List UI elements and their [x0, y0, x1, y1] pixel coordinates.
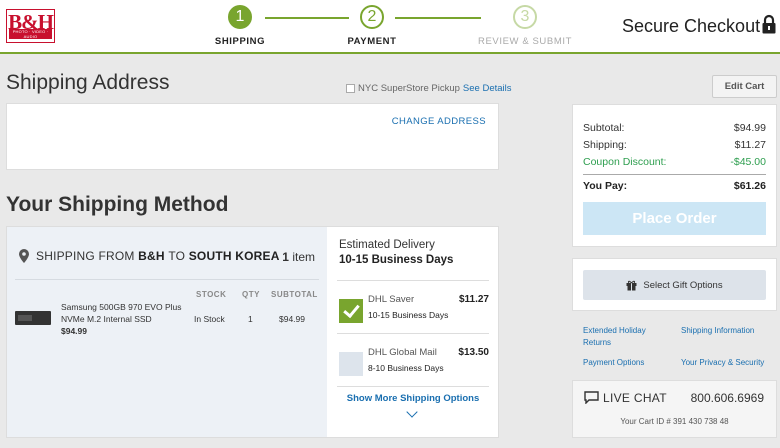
subtotal-row: Subtotal: $94.99: [583, 122, 766, 134]
shipping-option-dhl-global-mail[interactable]: DHL Global Mail 8-10 Business Days $13.5…: [337, 347, 489, 397]
live-chat-panel: LIVE CHAT 800.606.6969 Your Cart ID # 39…: [572, 380, 777, 438]
product-image[interactable]: [15, 311, 51, 325]
column-stock: STOCK: [196, 290, 227, 299]
shipping-information-link[interactable]: Shipping Information: [681, 325, 754, 337]
shipping-address-box: CHANGE ADDRESS: [6, 103, 499, 170]
coupon-label: Coupon Discount:: [583, 156, 667, 168]
phone-number[interactable]: 800.606.6969: [691, 391, 764, 405]
extended-holiday-returns-link[interactable]: Extended Holiday Returns: [583, 325, 673, 349]
chevron-down-icon[interactable]: [406, 406, 418, 418]
option-price: $11.27: [458, 294, 489, 305]
shipping-method-box: SHIPPING FROM B&H TO SOUTH KOREA 1 item …: [6, 226, 499, 438]
shipping-option-dhl-saver[interactable]: DHL Saver 10-15 Business Days $11.27: [337, 294, 489, 344]
divider: [337, 333, 489, 334]
step-2-number: 2: [360, 5, 384, 29]
estimated-delivery-label: Estimated Delivery: [339, 239, 435, 251]
option-name: DHL Saver: [368, 294, 415, 305]
edit-cart-button[interactable]: Edit Cart: [712, 75, 777, 98]
step-connector-2: [395, 17, 481, 19]
gift-options-label: Select Gift Options: [643, 279, 723, 291]
step-3-label: REVIEW & SUBMIT: [478, 36, 572, 47]
subtotal-label: Subtotal:: [583, 122, 625, 134]
item-count-word: item: [292, 250, 315, 264]
shipping-label: Shipping:: [583, 139, 627, 151]
product-name[interactable]: Samsung 500GB 970 EVO Plus NVMe M.2 Inte…: [61, 301, 191, 325]
you-pay-value: $61.26: [733, 180, 766, 192]
step-shipping[interactable]: 1 SHIPPING: [210, 5, 270, 47]
order-summary: Subtotal: $94.99 Shipping: $11.27 Coupon…: [572, 104, 777, 247]
option-days: 8-10 Business Days: [368, 363, 444, 373]
product-stock: In Stock: [194, 314, 225, 324]
option-unselected-checkbox[interactable]: [339, 352, 363, 376]
shipping-method-heading: Your Shipping Method: [6, 193, 229, 216]
lock-icon: [762, 14, 776, 34]
from-prefix: SHIPPING FROM: [36, 249, 135, 263]
you-pay-row: You Pay: $61.26: [583, 180, 766, 192]
checkout-header: B&H PHOTO · VIDEO · AUDIO 1 SHIPPING 2 P…: [0, 0, 780, 54]
to-destination: SOUTH KOREA: [188, 249, 280, 263]
option-name: DHL Global Mail: [368, 347, 437, 358]
option-days: 10-15 Business Days: [368, 310, 449, 320]
logo-tagline: PHOTO · VIDEO · AUDIO: [9, 29, 52, 39]
select-gift-options-button[interactable]: Select Gift Options: [583, 270, 766, 300]
step-connector-1: [265, 17, 349, 19]
step-3-number: 3: [513, 5, 537, 29]
to-prefix: TO: [168, 249, 186, 263]
coupon-value: -$45.00: [730, 156, 766, 168]
shipping-value: $11.27: [734, 139, 766, 151]
secure-checkout-title: Secure Checkout: [622, 16, 761, 36]
subtotal-value: $94.99: [733, 122, 766, 134]
divider: [583, 174, 766, 175]
bh-logo[interactable]: B&H PHOTO · VIDEO · AUDIO: [6, 9, 55, 43]
change-address-link[interactable]: CHANGE ADDRESS: [392, 116, 486, 127]
pickup-checkbox[interactable]: [346, 84, 355, 93]
shipping-row: Shipping: $11.27: [583, 139, 766, 151]
step-2-label: PAYMENT: [347, 36, 397, 47]
column-subtotal: SUBTOTAL: [271, 290, 318, 299]
payment-options-link[interactable]: Payment Options: [583, 357, 644, 369]
gift-options-panel: Select Gift Options: [572, 258, 777, 311]
shipment-panel: SHIPPING FROM B&H TO SOUTH KOREA 1 item …: [7, 227, 327, 437]
item-count: 1 item: [282, 250, 315, 264]
shipping-address-heading: Shipping Address: [6, 71, 170, 94]
place-order-button[interactable]: Place Order: [583, 202, 766, 235]
show-more-shipping-link[interactable]: Show More Shipping Options: [337, 393, 489, 404]
coupon-row: Coupon Discount: -$45.00: [583, 156, 766, 168]
item-count-number: 1: [282, 250, 289, 264]
product-qty: 1: [248, 314, 253, 324]
step-1-label: SHIPPING: [214, 36, 266, 47]
divider: [337, 386, 489, 387]
you-pay-label: You Pay:: [583, 180, 628, 192]
step-review-submit: 3 REVIEW & SUBMIT: [470, 5, 580, 47]
chat-icon[interactable]: [584, 391, 599, 404]
gift-icon: [626, 280, 637, 290]
cart-id: Your Cart ID # 391 430 738 48: [620, 417, 729, 426]
divider: [337, 280, 489, 281]
product-subtotal: $94.99: [279, 314, 305, 324]
estimated-delivery-value: 10-15 Business Days: [339, 254, 454, 266]
from-origin: B&H: [138, 249, 165, 263]
privacy-security-link[interactable]: Your Privacy & Security: [681, 357, 764, 369]
column-qty: QTY: [242, 290, 260, 299]
step-payment: 2 PAYMENT: [342, 5, 402, 47]
product-price: $94.99: [61, 326, 87, 336]
see-details-link[interactable]: See Details: [463, 83, 512, 94]
option-selected-checkbox[interactable]: [339, 299, 363, 323]
nyc-pickup-option[interactable]: NYC SuperStore Pickup See Details: [346, 83, 512, 94]
live-chat-link[interactable]: LIVE CHAT: [603, 391, 667, 405]
pickup-label: NYC SuperStore Pickup: [358, 83, 460, 94]
location-pin-icon: [19, 249, 29, 263]
step-1-number: 1: [228, 5, 252, 29]
option-price: $13.50: [458, 347, 489, 358]
shipping-from-to: SHIPPING FROM B&H TO SOUTH KOREA: [19, 249, 280, 263]
divider: [15, 279, 319, 280]
